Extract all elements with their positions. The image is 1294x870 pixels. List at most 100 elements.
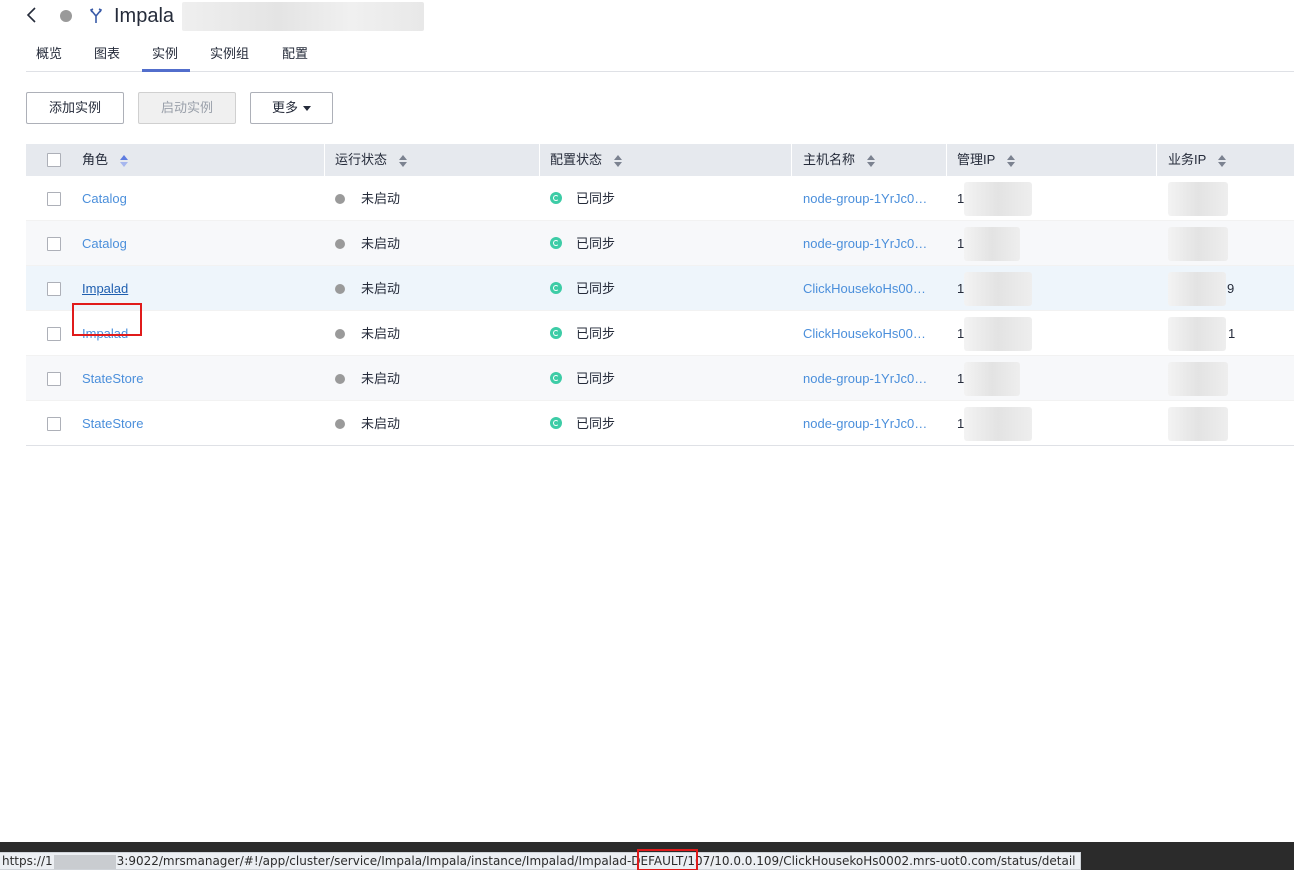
active-tab-indicator (142, 69, 190, 72)
row-checkbox[interactable] (47, 282, 61, 296)
config-status-text: 已同步 (576, 236, 616, 251)
column-label: 角色 (82, 152, 109, 167)
service-ip-tail: 9 (1227, 281, 1235, 296)
more-dropdown-button[interactable]: 更多 (250, 92, 333, 124)
tab-instance-groups[interactable]: 实例组 (210, 43, 249, 62)
tab-charts[interactable]: 图表 (94, 43, 120, 62)
column-label: 管理IP (957, 152, 996, 167)
config-status-text: 已同步 (576, 326, 616, 341)
run-status-text: 未启动 (361, 416, 401, 431)
run-status: 未启动 (335, 266, 400, 311)
url-rest: 3:9022/mrsmanager/#!/app/cluster/service… (116, 854, 1076, 868)
run-status: 未启动 (335, 356, 400, 401)
hostname-link[interactable]: node-group-1YrJc0… (803, 356, 927, 401)
blurred-ip (964, 227, 1020, 261)
role-link[interactable]: StateStore (82, 401, 143, 446)
tab-configuration[interactable]: 配置 (282, 43, 308, 62)
sort-icon[interactable] (399, 154, 408, 167)
blurred-ip (964, 407, 1032, 441)
run-status: 未启动 (335, 401, 400, 446)
row-checkbox[interactable] (47, 372, 61, 386)
url-prefix: https://1 (2, 854, 53, 868)
chevron-left-icon[interactable] (24, 5, 40, 25)
service-ip-tail: 1 (1228, 326, 1236, 341)
config-status-text: 已同步 (576, 416, 616, 431)
tab-overview[interactable]: 概览 (36, 43, 62, 62)
row-checkbox[interactable] (47, 237, 61, 251)
column-header-role[interactable]: 角色 (82, 144, 129, 176)
row-checkbox[interactable] (47, 417, 61, 431)
blurred-ip (964, 362, 1020, 396)
table-header: 角色 运行状态 配置状态 主机名称 管理IP 业务IP (26, 144, 1294, 176)
config-status: 已同步 (550, 176, 615, 221)
role-link[interactable]: StateStore (82, 356, 143, 401)
column-header-run-status[interactable]: 运行状态 (335, 144, 408, 176)
config-status-text: 已同步 (576, 371, 616, 386)
config-status: 已同步 (550, 401, 615, 446)
config-status: 已同步 (550, 311, 615, 356)
column-header-mgmt-ip[interactable]: 管理IP (957, 144, 1016, 176)
column-header-service-ip[interactable]: 业务IP (1168, 144, 1227, 176)
hostname-link[interactable]: ClickHousekoHs00… (803, 266, 926, 311)
sort-icon[interactable] (1218, 154, 1227, 167)
config-status-text: 已同步 (576, 191, 616, 206)
hostname-link[interactable]: node-group-1YrJc0… (803, 221, 927, 266)
impala-icon (89, 8, 103, 23)
hostname-link[interactable]: node-group-1YrJc0… (803, 176, 927, 221)
sync-icon (550, 236, 562, 249)
more-label: 更多 (271, 100, 298, 115)
start-instance-button[interactable]: 启动实例 (138, 92, 236, 124)
service-status-dot (60, 10, 72, 22)
status-dot-icon (335, 283, 345, 294)
role-link[interactable]: Catalog (82, 221, 127, 266)
row-checkbox[interactable] (47, 327, 61, 341)
column-divider (946, 144, 947, 176)
column-divider (324, 144, 325, 176)
start-instance-label: 启动实例 (160, 100, 213, 115)
status-dot-icon (335, 328, 345, 339)
column-header-hostname[interactable]: 主机名称 (803, 144, 876, 176)
hostname-link[interactable]: node-group-1YrJc0… (803, 401, 927, 446)
run-status-text: 未启动 (361, 281, 401, 296)
sort-icon[interactable] (867, 154, 876, 167)
column-label: 主机名称 (803, 152, 856, 167)
hostname-link[interactable]: ClickHousekoHs00… (803, 311, 926, 356)
caret-down-icon (303, 106, 311, 112)
add-instance-button[interactable]: 添加实例 (26, 92, 124, 124)
sort-icon[interactable] (1007, 154, 1016, 167)
tab-instances[interactable]: 实例 (152, 43, 178, 62)
column-label: 业务IP (1168, 152, 1207, 167)
table-row: StateStore 未启动 已同步 node-group-1YrJc0… 1 (26, 401, 1294, 446)
status-dot-icon (335, 418, 345, 429)
sync-icon (550, 371, 562, 384)
select-all-checkbox[interactable] (47, 153, 61, 167)
table-row: Impalad 未启动 已同步 ClickHousekoHs00… 1 9 (26, 266, 1294, 311)
run-status: 未启动 (335, 221, 400, 266)
blurred-ip (1168, 407, 1228, 441)
column-header-config-status[interactable]: 配置状态 (550, 144, 623, 176)
run-status-text: 未启动 (361, 236, 401, 251)
blurred-ip (964, 317, 1032, 351)
status-dot-icon (335, 193, 345, 204)
row-checkbox[interactable] (47, 192, 61, 206)
run-status-text: 未启动 (361, 191, 401, 206)
column-divider (539, 144, 540, 176)
tab-bar: 概览 图表 实例 实例组 配置 (26, 36, 1294, 72)
column-divider (1156, 144, 1157, 176)
sync-icon (550, 191, 562, 204)
sort-icon[interactable] (614, 154, 623, 167)
run-status-text: 未启动 (361, 326, 401, 341)
blurred-host (53, 854, 116, 869)
role-link[interactable]: Catalog (82, 176, 127, 221)
sort-icon[interactable] (120, 154, 129, 167)
blurred-ip (964, 272, 1032, 306)
blurred-ip (1168, 362, 1228, 396)
add-instance-label: 添加实例 (48, 100, 101, 115)
blurred-ip (1168, 227, 1228, 261)
blurred-ip (1168, 317, 1226, 351)
blurred-ip (1168, 182, 1228, 216)
table-row: Catalog 未启动 已同步 node-group-1YrJc0… 1 (26, 221, 1294, 266)
column-label: 运行状态 (335, 152, 388, 167)
blurred-ip (1168, 272, 1226, 306)
run-status-text: 未启动 (361, 371, 401, 386)
